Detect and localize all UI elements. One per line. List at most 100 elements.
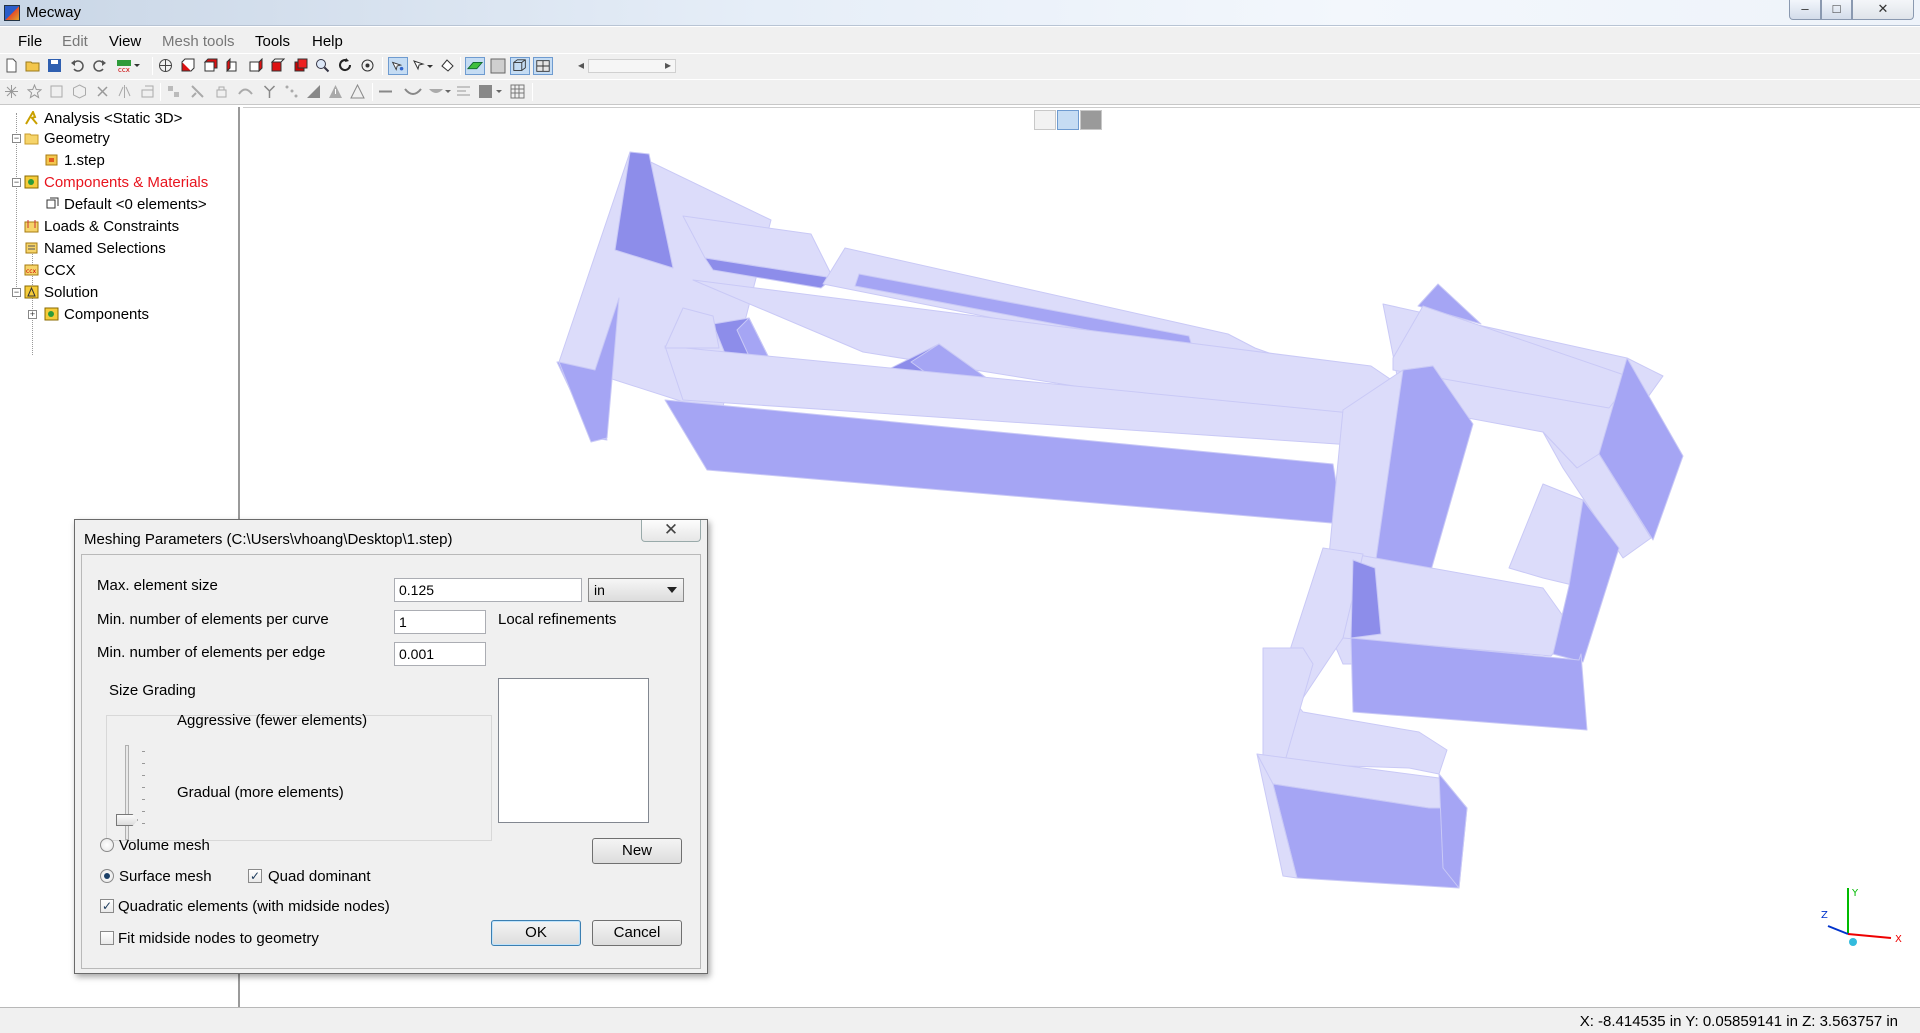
main-toolbar: ccx ◂ ▸: [0, 54, 1920, 79]
chevron-down-icon: [667, 587, 677, 593]
warning-icon[interactable]: [328, 84, 343, 99]
mesh-edges-icon[interactable]: [533, 57, 553, 75]
named-selection-icon: [25, 242, 38, 254]
local-refinements-list[interactable]: [498, 678, 649, 823]
arc-icon[interactable]: [403, 84, 423, 99]
wireframe-cube-icon[interactable]: [158, 58, 173, 73]
menu-view[interactable]: View: [109, 33, 141, 50]
analysis-icon: [25, 111, 38, 125]
surface-mesh-radio[interactable]: [100, 869, 114, 883]
toolbar-scroll-right-button[interactable]: ▸: [665, 58, 671, 72]
menu-file[interactable]: File: [18, 33, 42, 50]
surface-shaded-icon[interactable]: [465, 57, 485, 75]
view-left-icon[interactable]: [225, 58, 240, 73]
tree-expander-components-materials[interactable]: −: [12, 178, 21, 187]
quadratic-elements-checkbox[interactable]: ✓: [100, 899, 114, 913]
cancel-button[interactable]: Cancel: [592, 920, 682, 946]
maximize-button[interactable]: □: [1821, 0, 1852, 20]
delete-icon[interactable]: [95, 84, 110, 99]
view-right-icon[interactable]: [248, 58, 263, 73]
aggressive-label: Aggressive (fewer elements): [177, 712, 368, 729]
gradual-label: Gradual (more elements): [177, 784, 344, 801]
open-folder-icon[interactable]: [25, 58, 40, 73]
split-icon[interactable]: [166, 84, 181, 99]
quad-dominant-checkbox[interactable]: ✓: [248, 869, 262, 883]
node-scatter-icon[interactable]: [284, 84, 299, 99]
max-element-size-label: Max. element size: [97, 577, 218, 594]
select-nodes-icon[interactable]: [388, 57, 408, 75]
view-back-icon[interactable]: [203, 58, 218, 73]
tree-item-label: Default <0 elements>: [64, 196, 207, 213]
material-icon: [46, 197, 59, 209]
select-faces-icon[interactable]: [440, 58, 455, 73]
min-per-edge-input[interactable]: 0.001: [394, 642, 486, 666]
meshing-parameters-dialog: Meshing Parameters (C:\Users\vhoang\Desk…: [74, 519, 708, 974]
undo-icon[interactable]: [70, 58, 85, 73]
menu-edit[interactable]: Edit: [62, 33, 88, 50]
close-window-button[interactable]: ✕: [1852, 0, 1914, 20]
toolbar-scroll-track[interactable]: [588, 59, 676, 73]
new-refinement-button[interactable]: New: [592, 838, 682, 864]
shaded-edges-view-icon[interactable]: [1057, 110, 1079, 130]
menu-mesh-tools[interactable]: Mesh tools: [162, 33, 235, 50]
view-front-icon[interactable]: [180, 58, 195, 73]
slider-tick: [142, 823, 145, 824]
menu-help[interactable]: Help: [312, 33, 343, 50]
hidden-lines-icon[interactable]: [510, 57, 530, 75]
max-element-size-input[interactable]: 0.125: [394, 578, 582, 602]
line-icon[interactable]: [378, 84, 393, 99]
tree-expander-solution[interactable]: −: [12, 288, 21, 297]
align-icon[interactable]: [456, 84, 471, 99]
star-icon[interactable]: [27, 84, 42, 99]
toolbar-separator: [372, 83, 373, 101]
triangle-icon[interactable]: [350, 84, 365, 99]
view-bottom-icon[interactable]: [293, 58, 308, 73]
shaded-icon[interactable]: [489, 57, 507, 75]
bowl-icon[interactable]: [428, 84, 452, 99]
ccx-run-icon[interactable]: ccx: [116, 58, 142, 73]
rotate-icon[interactable]: [338, 58, 353, 73]
wireframe-view-icon[interactable]: [1034, 110, 1056, 130]
tree-expander-solution-components[interactable]: +: [28, 310, 37, 319]
table-icon[interactable]: [510, 84, 525, 99]
save-icon[interactable]: [47, 58, 62, 73]
volume-mesh-radio[interactable]: [100, 838, 114, 852]
minimize-button[interactable]: –: [1789, 0, 1821, 20]
grid-icon[interactable]: [478, 84, 504, 99]
dialog-close-button[interactable]: ✕: [641, 520, 701, 542]
pan-icon[interactable]: [360, 58, 375, 73]
size-grading-group: [106, 715, 492, 841]
redo-icon[interactable]: [92, 58, 107, 73]
cube-outline-icon[interactable]: [72, 84, 87, 99]
tree-item-label: 1.step: [64, 152, 105, 169]
toolbar-separator: [152, 57, 153, 75]
unit-select[interactable]: in: [588, 578, 684, 602]
merge-icon[interactable]: [190, 84, 205, 99]
extrude-icon[interactable]: [140, 84, 155, 99]
lock-icon[interactable]: [214, 84, 229, 99]
branch-icon[interactable]: [262, 84, 277, 99]
mesh-toolbar: [0, 80, 1920, 105]
toolbar-scroll-left-button[interactable]: ◂: [578, 58, 584, 72]
measure-icon[interactable]: [306, 84, 321, 99]
zoom-icon[interactable]: [315, 58, 330, 73]
folder-icon: [24, 133, 39, 145]
fit-midside-checkbox[interactable]: [100, 931, 114, 945]
new-file-icon[interactable]: [4, 58, 19, 73]
select-elements-icon[interactable]: [412, 58, 434, 73]
menu-tools[interactable]: Tools: [255, 33, 290, 50]
ok-button[interactable]: OK: [491, 920, 581, 946]
menu-bar: File Edit View Mesh tools Tools Help: [0, 27, 1920, 53]
toolbar-separator: [532, 83, 533, 101]
volume-mesh-label: Volume mesh: [119, 837, 210, 854]
dialog-body: Max. element size 0.125 in Min. number o…: [81, 554, 701, 969]
refine-icon[interactable]: [238, 84, 253, 99]
tree-expander-geometry[interactable]: −: [12, 134, 21, 143]
min-per-curve-input[interactable]: 1: [394, 610, 486, 634]
mirror-icon[interactable]: [117, 84, 132, 99]
shaded-view-icon[interactable]: [1080, 110, 1102, 130]
explode-icon[interactable]: [4, 84, 19, 99]
view-top-icon[interactable]: [270, 58, 285, 73]
svg-text:ccx: ccx: [26, 268, 37, 275]
box-icon[interactable]: [49, 84, 64, 99]
